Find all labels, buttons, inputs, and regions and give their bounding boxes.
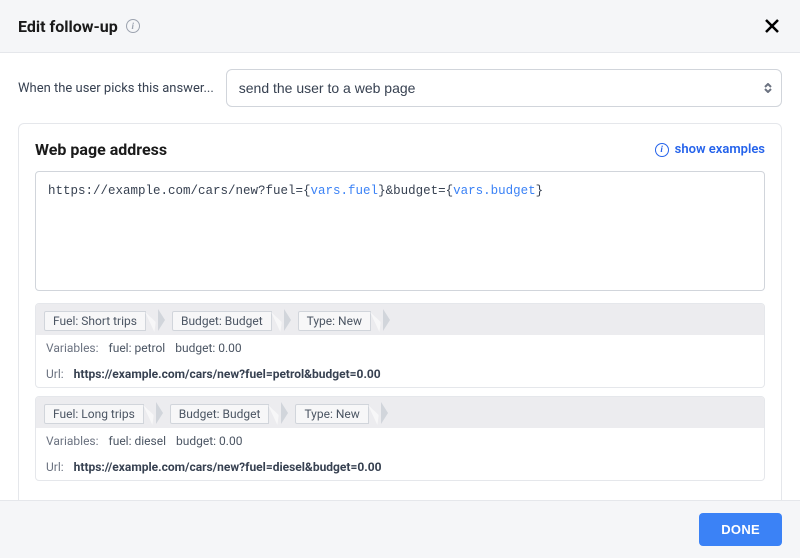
url-label: Url: — [46, 460, 64, 474]
breadcrumb-label: Type: New — [298, 311, 371, 331]
info-icon: i — [655, 143, 669, 157]
breadcrumb: Fuel: Short trips Budget: Budget Type: New — [36, 304, 764, 335]
breadcrumb-item: Fuel: Short trips — [44, 310, 158, 329]
url-value: https://example.com/cars/new?fuel=petrol… — [74, 367, 381, 381]
url-template-input[interactable]: https://example.com/cars/new?fuel={vars.… — [35, 171, 765, 291]
show-examples-label: show examples — [675, 142, 765, 157]
url-label: Url: — [46, 367, 64, 381]
variable-kv: budget: 0.00 — [176, 434, 242, 448]
modal-footer: DONE — [0, 500, 800, 558]
action-select-wrap: send the user to a web page — [226, 69, 782, 107]
preview-item: Fuel: Long trips Budget: Budget Type: New V… — [35, 396, 765, 481]
url-value: https://example.com/cars/new?fuel=diesel… — [74, 460, 382, 474]
url-token-var: vars.fuel — [311, 184, 379, 198]
breadcrumb-label: Fuel: Short trips — [44, 311, 146, 331]
modal-title: Edit follow-up — [18, 17, 118, 36]
variables-row: Variables: fuel: diesel budget: 0.00 — [36, 428, 764, 454]
variables-row: Variables: fuel: petrol budget: 0.00 — [36, 335, 764, 361]
url-token-text: }&budget={ — [378, 184, 453, 198]
breadcrumb-label: Budget: Budget — [172, 311, 272, 331]
breadcrumb: Fuel: Long trips Budget: Budget Type: New — [36, 397, 764, 428]
panel-head: Web page address i show examples — [35, 140, 765, 159]
modal-header: Edit follow-up i — [0, 0, 800, 53]
breadcrumb-label: Budget: Budget — [170, 404, 270, 424]
panel-title: Web page address — [35, 140, 167, 159]
action-select[interactable]: send the user to a web page — [226, 69, 782, 107]
breadcrumb-item: Budget: Budget — [170, 403, 282, 422]
action-row: When the user picks this answer... send … — [18, 69, 782, 107]
show-examples-link[interactable]: i show examples — [655, 142, 765, 157]
breadcrumb-label: Fuel: Long trips — [44, 404, 144, 424]
close-icon — [763, 17, 781, 35]
url-token-text: https://example.com/cars/new?fuel={ — [48, 184, 311, 198]
variables-label: Variables: — [46, 434, 99, 448]
breadcrumb-item: Type: New — [298, 310, 383, 329]
url-row: Url: https://example.com/cars/new?fuel=di… — [36, 454, 764, 480]
breadcrumb-label: Type: New — [295, 404, 368, 424]
variable-kv: fuel: diesel — [109, 434, 166, 448]
breadcrumb-item: Fuel: Long trips — [44, 403, 156, 422]
done-button[interactable]: DONE — [699, 513, 782, 546]
url-row: Url: https://example.com/cars/new?fuel=pe… — [36, 361, 764, 387]
breadcrumb-item: Type: New — [295, 403, 380, 422]
url-token-var: vars.budget — [453, 184, 536, 198]
variable-kv: fuel: petrol — [109, 341, 166, 355]
variables-label: Variables: — [46, 341, 99, 355]
url-token-text: } — [536, 184, 544, 198]
action-label: When the user picks this answer... — [18, 81, 214, 96]
variable-kv: budget: 0.00 — [175, 341, 241, 355]
previews-list: Fuel: Short trips Budget: Budget Type: New… — [35, 303, 765, 481]
close-button[interactable] — [762, 16, 782, 36]
web-page-panel: Web page address i show examples https:/… — [18, 123, 782, 500]
info-icon[interactable]: i — [126, 19, 140, 33]
header-left: Edit follow-up i — [18, 17, 140, 36]
preview-item: Fuel: Short trips Budget: Budget Type: New… — [35, 303, 765, 388]
modal-body: When the user picks this answer... send … — [0, 53, 800, 500]
breadcrumb-item: Budget: Budget — [172, 310, 284, 329]
